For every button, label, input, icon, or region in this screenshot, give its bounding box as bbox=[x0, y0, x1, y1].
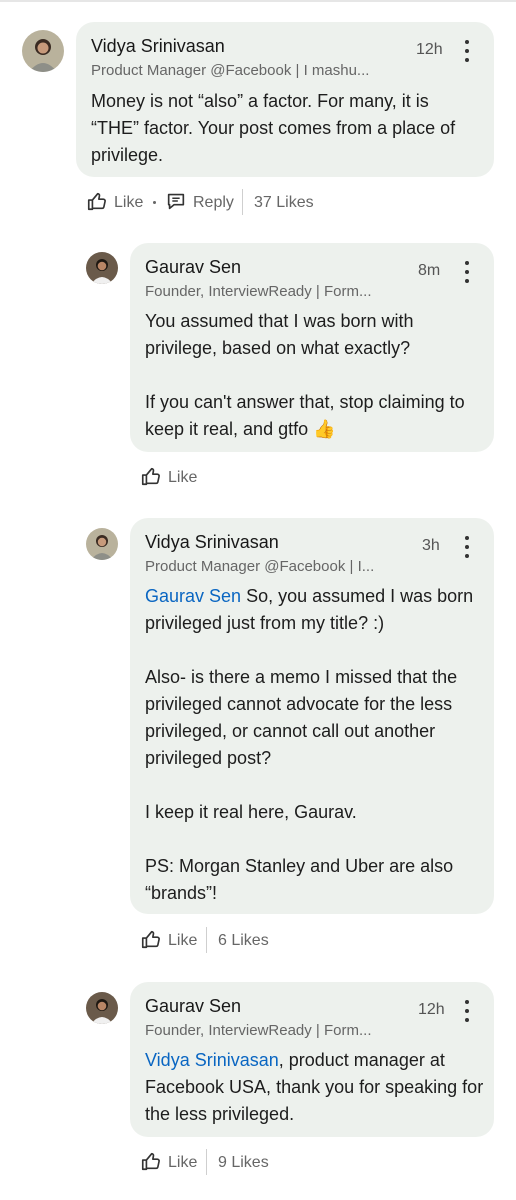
reply-bubble-icon bbox=[165, 190, 187, 217]
avatar[interactable] bbox=[22, 30, 64, 72]
comment-bubble: Vidya Srinivasan Product Manager @Facebo… bbox=[130, 518, 494, 914]
like-button[interactable]: Like bbox=[140, 1151, 197, 1175]
thumbs-up-icon bbox=[140, 1150, 162, 1177]
action-divider bbox=[206, 1149, 207, 1175]
author-headline: Founder, InterviewReady | Form... bbox=[145, 283, 372, 300]
comment-paragraph: Money is not “also” a factor. For many, … bbox=[91, 91, 456, 165]
action-divider bbox=[242, 189, 243, 215]
like-label: Like bbox=[114, 194, 144, 211]
comment-paragraph: You assumed that I was born with privile… bbox=[145, 311, 414, 358]
likes-count[interactable]: 37 Likes bbox=[254, 191, 314, 215]
timestamp: 8m bbox=[418, 262, 441, 279]
reply-button[interactable]: Reply bbox=[165, 191, 234, 215]
avatar[interactable] bbox=[86, 252, 118, 284]
comment-bubble: Vidya Srinivasan Product Manager @Facebo… bbox=[76, 22, 494, 177]
like-label: Like bbox=[168, 1154, 198, 1171]
thumbs-up-icon bbox=[140, 928, 162, 955]
action-separator bbox=[153, 201, 156, 204]
author-name[interactable]: Gaurav Sen bbox=[145, 257, 241, 278]
comment-paragraph: If you can't answer that, stop claiming … bbox=[145, 392, 465, 439]
author-headline: Founder, InterviewReady | Form... bbox=[145, 1022, 372, 1039]
author-headline: Product Manager @Facebook | I mashu... bbox=[91, 62, 370, 79]
comment-paragraph: Also- is there a memo I missed that the … bbox=[145, 667, 458, 768]
like-button[interactable]: Like bbox=[140, 466, 197, 490]
thumbs-up-icon bbox=[140, 465, 162, 492]
comment-text: Gaurav Sen So, you assumed I was born pr… bbox=[145, 583, 485, 907]
avatar[interactable] bbox=[86, 992, 118, 1024]
mention-link[interactable]: Gaurav Sen bbox=[145, 586, 241, 606]
timestamp: 12h bbox=[416, 41, 443, 58]
comment-actions: Like 9 Likes bbox=[140, 1149, 440, 1175]
comment-paragraph: Vidya Srinivasan, product manager at Fac… bbox=[145, 1047, 485, 1128]
more-vertical-icon[interactable] bbox=[464, 261, 470, 283]
comment-bubble: Gaurav Sen Founder, InterviewReady | For… bbox=[130, 982, 494, 1137]
author-name[interactable]: Vidya Srinivasan bbox=[91, 36, 225, 57]
reply-label: Reply bbox=[193, 194, 234, 211]
author-name[interactable]: Vidya Srinivasan bbox=[145, 532, 279, 553]
mention-link[interactable]: Vidya Srinivasan bbox=[145, 1050, 279, 1070]
comment-actions: Like Reply 37 Likes bbox=[86, 189, 506, 215]
top-divider bbox=[0, 0, 516, 2]
comment-paragraph: PS: Morgan Stanley and Uber are also “br… bbox=[145, 856, 454, 903]
like-label: Like bbox=[168, 932, 198, 949]
thumbs-up-icon bbox=[86, 190, 108, 217]
author-headline: Product Manager @Facebook | I... bbox=[145, 558, 375, 575]
comment-text: Money is not “also” a factor. For many, … bbox=[91, 88, 481, 169]
more-vertical-icon[interactable] bbox=[464, 40, 470, 62]
more-vertical-icon[interactable] bbox=[464, 536, 470, 558]
timestamp: 12h bbox=[418, 1001, 445, 1018]
timestamp: 3h bbox=[422, 537, 440, 554]
like-button[interactable]: Like bbox=[140, 929, 197, 953]
comment-paragraph: I keep it real here, Gaurav. bbox=[145, 802, 357, 822]
likes-count[interactable]: 6 Likes bbox=[218, 929, 269, 953]
like-label: Like bbox=[168, 469, 198, 486]
comment-paragraph: Gaurav Sen So, you assumed I was born pr… bbox=[145, 583, 485, 637]
like-button[interactable]: Like bbox=[86, 191, 143, 215]
avatar[interactable] bbox=[86, 528, 118, 560]
action-divider bbox=[206, 927, 207, 953]
likes-count[interactable]: 9 Likes bbox=[218, 1151, 269, 1175]
comment-actions: Like bbox=[140, 466, 440, 490]
comment-text: You assumed that I was born with privile… bbox=[145, 308, 485, 443]
comment-bubble: Gaurav Sen Founder, InterviewReady | For… bbox=[130, 243, 494, 452]
comment-actions: Like 6 Likes bbox=[140, 927, 440, 953]
author-name[interactable]: Gaurav Sen bbox=[145, 996, 241, 1017]
comment-text: Vidya Srinivasan, product manager at Fac… bbox=[145, 1047, 485, 1128]
more-vertical-icon[interactable] bbox=[464, 1000, 470, 1022]
